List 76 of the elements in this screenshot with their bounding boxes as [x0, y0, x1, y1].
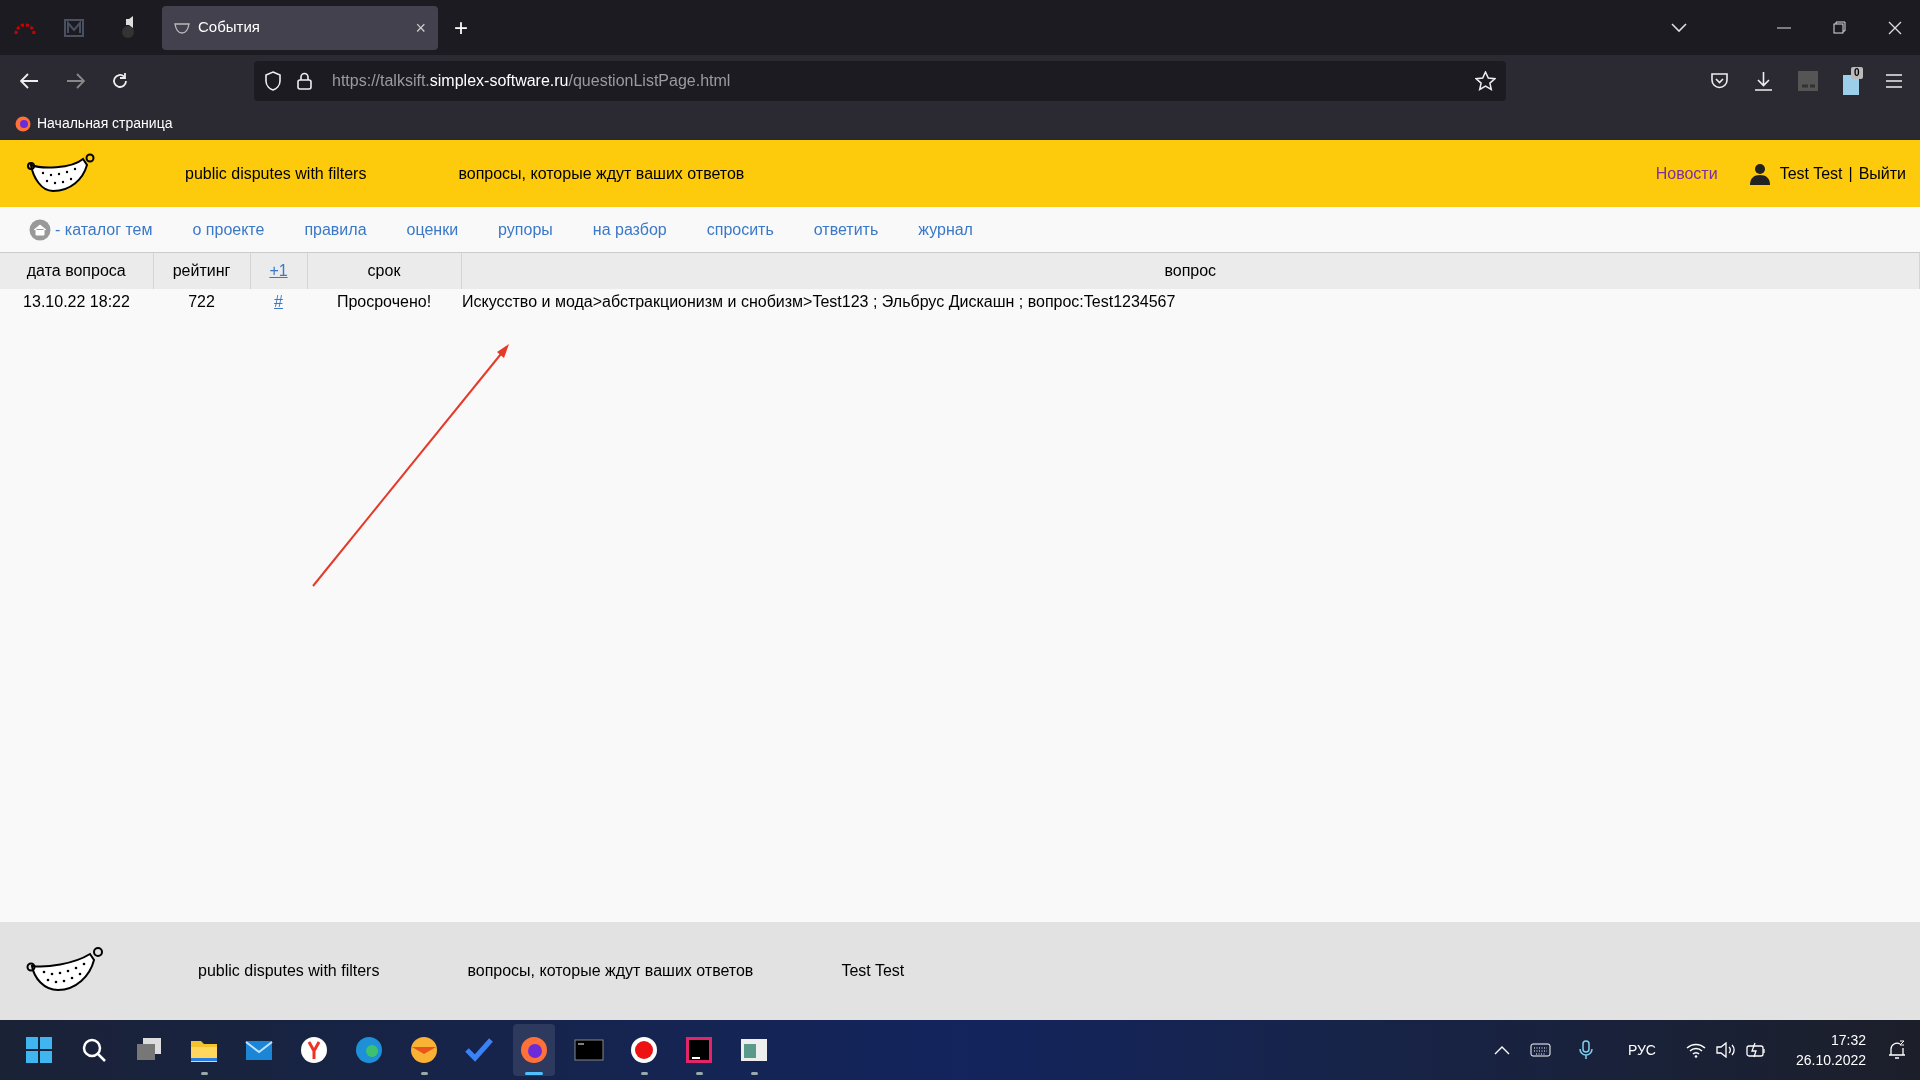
menu-icon[interactable] — [1886, 74, 1902, 88]
firefox-icon — [15, 115, 31, 132]
nav-link[interactable]: правила — [304, 217, 367, 242]
start-icon[interactable] — [23, 1034, 55, 1066]
counter-badge: 0 — [1851, 67, 1863, 79]
shield-icon[interactable] — [264, 71, 282, 91]
chevron-up-icon[interactable] — [1493, 1045, 1510, 1055]
colander-logo[interactable] — [27, 152, 97, 195]
letter-y-icon[interactable] — [298, 1034, 330, 1066]
separator-text: | — [1848, 163, 1853, 184]
table-cell: Просрочено! — [336, 293, 432, 310]
notification-icon[interactable] — [1888, 1040, 1906, 1060]
table-cell: Искусство и мода>абстракционизм и снобизм>Test123 ; Эльбрус Дискашн ; вопрос:Test1234567 — [462, 293, 1176, 310]
pocket-icon[interactable] — [1710, 72, 1729, 90]
footer-text[interactable]: Test Test — [841, 959, 905, 983]
minimize-icon[interactable] — [1777, 26, 1791, 29]
back-icon[interactable] — [20, 73, 39, 89]
nav-link[interactable]: на разбор — [592, 217, 667, 242]
home-icon — [29, 218, 51, 241]
bookmark-item[interactable]: Начальная страница — [15, 113, 173, 134]
column-header: дата вопроса — [26, 262, 126, 279]
header-link[interactable]: вопросы, которые ждут ваших ответов — [458, 161, 745, 186]
forward-icon[interactable] — [66, 73, 85, 89]
address-bar[interactable]: https://talksift.simplex-software.ru/questionListPage.html — [254, 61, 1506, 101]
language-indicator[interactable]: РУС — [1627, 1039, 1656, 1061]
circle-app-icon[interactable] — [408, 1034, 440, 1066]
header-link[interactable]: public disputes with filters — [185, 161, 367, 186]
table-link[interactable]: # — [274, 293, 283, 310]
colander-icon — [174, 21, 190, 34]
logout-link[interactable]: Выйти — [1858, 161, 1906, 186]
table-cell: 13.10.22 18:22 — [23, 293, 130, 310]
footer-text[interactable]: вопросы, которые ждут ваших ответов — [467, 959, 754, 983]
nav-link[interactable]: о проекте — [192, 217, 265, 242]
reload-icon[interactable] — [111, 72, 129, 90]
clock-date[interactable]: 26.10.2022 — [1795, 1050, 1866, 1070]
keyboard-icon[interactable] — [1529, 1043, 1551, 1057]
restore-icon[interactable] — [1833, 21, 1846, 34]
nav-link[interactable]: ответить — [813, 217, 879, 242]
record-icon[interactable] — [628, 1034, 660, 1066]
user-icon — [1749, 162, 1770, 185]
running-indicator — [200, 1072, 208, 1075]
volume-icon[interactable] — [1715, 1042, 1736, 1058]
battery-icon[interactable] — [1745, 1042, 1766, 1058]
firefox-icon[interactable] — [518, 1034, 550, 1066]
nav-link[interactable]: - каталог тем — [29, 217, 153, 242]
running-indicator — [640, 1072, 648, 1075]
nav-link[interactable]: спросить — [706, 217, 774, 242]
running-indicator — [695, 1072, 703, 1075]
running-indicator — [525, 1072, 543, 1075]
star-icon[interactable] — [1475, 71, 1496, 91]
close-tab-button[interactable]: × — [415, 18, 426, 37]
wifi-icon[interactable] — [1685, 1042, 1706, 1058]
footer-text[interactable]: public disputes with filters — [198, 959, 380, 983]
circle-app-icon[interactable] — [353, 1034, 385, 1066]
news-link[interactable]: Новости — [1655, 161, 1718, 186]
nav-link[interactable]: рупоры — [498, 217, 553, 242]
user-name: Test Test — [1779, 163, 1843, 184]
ide-icon[interactable] — [683, 1034, 715, 1066]
column-header: вопрос — [1164, 262, 1217, 279]
new-tab-button[interactable]: + — [454, 15, 468, 40]
url-text: https://talksift.simplex-software.ru/questionListPage.html — [332, 71, 731, 91]
running-indicator — [750, 1072, 758, 1075]
microphone-icon[interactable] — [1578, 1040, 1593, 1060]
column-header: рейтинг — [172, 262, 231, 279]
nav-link[interactable]: оценки — [406, 217, 459, 242]
lock-icon[interactable] — [297, 72, 312, 90]
browser-tab[interactable]: События × — [162, 5, 438, 50]
close-icon[interactable] — [1888, 20, 1902, 35]
chevron-down-icon[interactable] — [1671, 22, 1687, 33]
column-header[interactable]: +1 — [269, 262, 288, 279]
column-header: срок — [367, 262, 401, 279]
clock-time[interactable]: 17:32 — [1830, 1030, 1866, 1050]
nav-link[interactable]: журнал — [918, 217, 973, 242]
running-indicator — [420, 1072, 428, 1075]
table-cell: 722 — [188, 293, 215, 310]
download-icon[interactable] — [1754, 71, 1773, 91]
